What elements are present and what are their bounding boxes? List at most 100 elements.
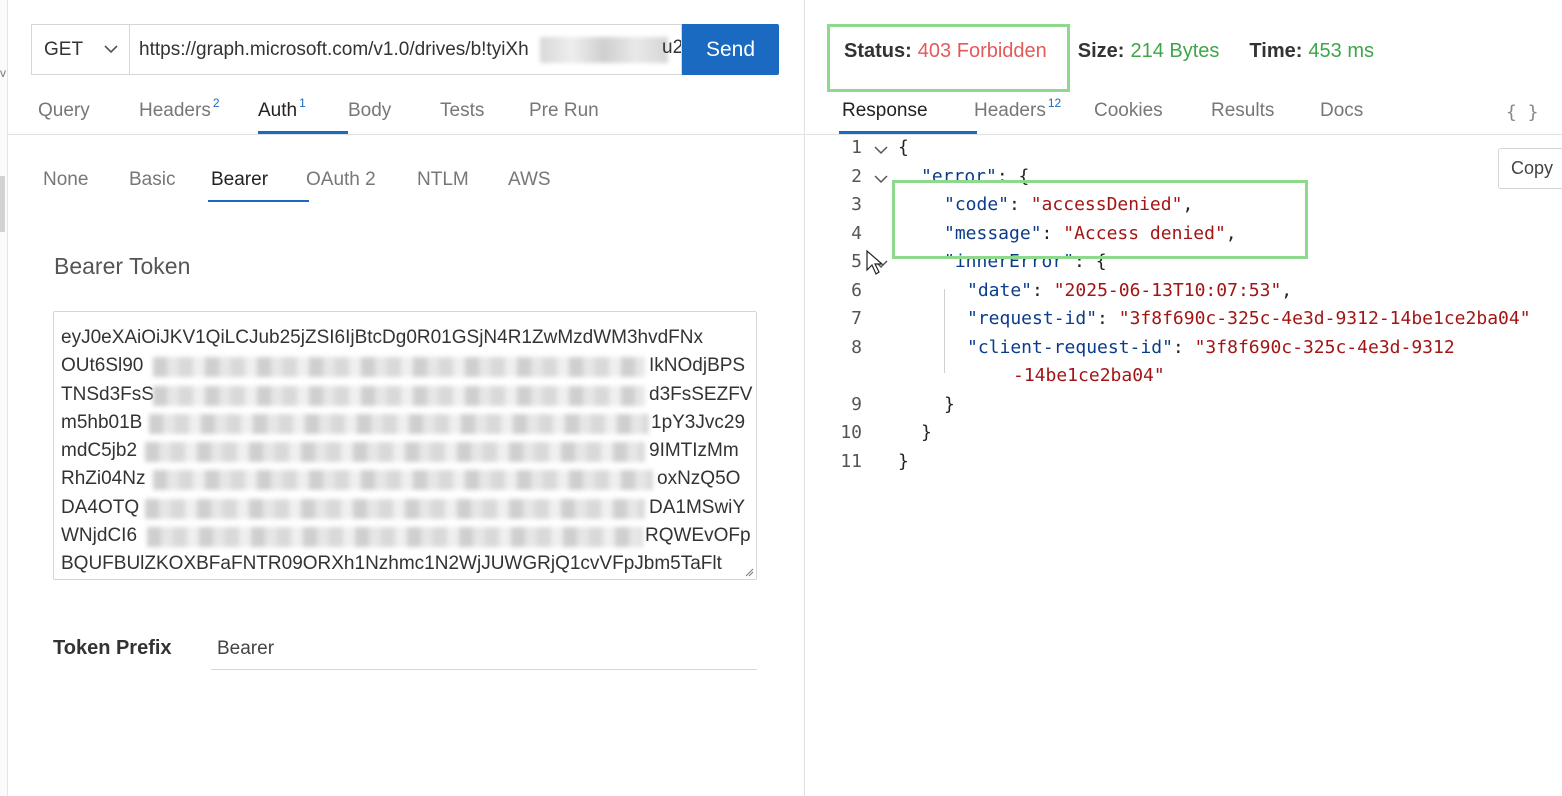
- token-text: 1pY3Jvc29: [651, 411, 746, 433]
- tab-auth[interactable]: Auth 1: [258, 96, 348, 134]
- tab-response-headers[interactable]: Headers 12: [974, 96, 1094, 134]
- token-line: WNjdCI6 RQWEvOFp: [61, 522, 751, 550]
- line-number: 8: [851, 336, 862, 358]
- side-panel-edge[interactable]: v: [0, 0, 8, 796]
- tab-label: Cookies: [1094, 100, 1163, 121]
- url-value: https://graph.microsoft.com/v1.0/drives/…: [139, 38, 529, 60]
- json-key: "request-id": [967, 308, 1098, 329]
- chevron-down-icon[interactable]: [874, 143, 888, 157]
- edge-glyph: v: [0, 66, 6, 80]
- tab-badge: 1: [299, 96, 306, 110]
- bearer-token-label: Bearer Token: [54, 253, 191, 279]
- url-input[interactable]: https://graph.microsoft.com/v1.0/drives/…: [129, 24, 682, 75]
- json-punct: {: [898, 137, 909, 158]
- tab-label: Query: [38, 100, 90, 121]
- resize-grip-icon[interactable]: [744, 567, 754, 577]
- tab-badge: 12: [1047, 96, 1062, 110]
- request-pane: v GET https://graph.microsoft.com/v1.0/d…: [0, 0, 805, 796]
- tab-label: Pre Run: [529, 100, 599, 121]
- json-key: "date": [967, 279, 1033, 301]
- token-line: eyJ0eXAiOiJKV1QiLCJub25jZSI6IjBtcDg0R01G…: [61, 324, 749, 352]
- redacted-token: [153, 357, 645, 378]
- token-text: IkNOdjBPS: [649, 355, 746, 377]
- line-number: 2: [851, 165, 862, 187]
- method-value: GET: [44, 38, 84, 60]
- error-highlight-box: [892, 180, 1308, 259]
- chevron-down-icon[interactable]: [874, 172, 888, 186]
- send-button[interactable]: Send: [682, 24, 779, 75]
- tab-results[interactable]: Results: [1211, 96, 1320, 134]
- redacted-token: [145, 442, 645, 463]
- format-json-icon[interactable]: { }: [1506, 102, 1539, 123]
- tab-cookies[interactable]: Cookies: [1094, 96, 1211, 134]
- token-text: eyJ0eXAiOiJKV1QiLCJub25jZSI6IjBtcDg0R01G…: [61, 327, 704, 348]
- auth-tab-aws[interactable]: AWS: [508, 164, 568, 202]
- request-bar: GET https://graph.microsoft.com/v1.0/dri…: [31, 24, 779, 75]
- tab-label: Auth: [258, 100, 298, 121]
- json-punct: }: [898, 450, 909, 472]
- token-text: oxNzQ5O: [657, 468, 741, 490]
- auth-tab-basic[interactable]: Basic: [129, 164, 211, 202]
- token-line: mdC5jb2 9IMTIzMm: [61, 437, 749, 465]
- tabs-divider: [806, 134, 1562, 135]
- bearer-token-textarea[interactable]: eyJ0eXAiOiJKV1QiLCJub25jZSI6IjBtcDg0R01G…: [53, 311, 757, 580]
- size-label: Size:: [1077, 40, 1125, 62]
- token-line: DA4OTQ DA1MSwiY: [61, 494, 749, 522]
- tab-pre-run[interactable]: Pre Run: [529, 96, 619, 134]
- token-text: m5hb01B: [61, 411, 143, 433]
- token-prefix-input[interactable]: Bearer: [211, 629, 757, 670]
- tab-response[interactable]: Response: [839, 96, 977, 134]
- token-text: RhZi04Nz: [61, 468, 146, 490]
- json-punct: }: [944, 393, 955, 415]
- auth-type-tabs: None Basic Bearer OAuth 2 NTLM AWS: [43, 164, 568, 202]
- token-text: d3FsSEZFV: [649, 383, 753, 405]
- line-number: 9: [851, 393, 862, 415]
- line-number: 11: [840, 450, 862, 472]
- indent-guide: [944, 289, 945, 373]
- token-text: OUt6Sl90: [61, 355, 144, 377]
- token-text: 9IMTIzMm: [649, 440, 739, 462]
- tab-label: Tests: [440, 100, 485, 121]
- tab-docs[interactable]: Docs: [1320, 96, 1400, 134]
- request-tabs: Query Headers 2 Auth 1 Body Tests Pre Run: [38, 96, 619, 134]
- auth-tab-ntlm[interactable]: NTLM: [417, 164, 508, 202]
- auth-tab-bearer[interactable]: Bearer: [208, 164, 309, 202]
- token-text: TNSd3FsS: [61, 383, 154, 405]
- tab-tests[interactable]: Tests: [440, 96, 529, 134]
- line-number: 5: [851, 251, 862, 272]
- tab-label: Docs: [1320, 100, 1364, 121]
- side-scrollbar[interactable]: [0, 176, 5, 232]
- token-text: RQWEvOFp: [645, 525, 751, 547]
- redacted-token: [149, 413, 649, 434]
- copy-button[interactable]: Copy: [1498, 148, 1562, 189]
- tab-query[interactable]: Query: [38, 96, 139, 134]
- token-line: OUt6Sl90 IkNOdjBPS: [61, 352, 749, 380]
- auth-tab-none[interactable]: None: [43, 164, 129, 202]
- status-highlight-box: [827, 24, 1070, 92]
- tab-label: Headers: [139, 100, 211, 121]
- token-prefix-label: Token Prefix: [53, 637, 172, 659]
- method-select[interactable]: GET: [31, 24, 129, 75]
- tab-headers[interactable]: Headers 2: [139, 96, 258, 134]
- tab-body[interactable]: Body: [348, 96, 440, 134]
- line-number: 10: [840, 422, 862, 443]
- json-string: "3f8f690c-325c-4e3d-9312: [1194, 336, 1455, 358]
- tab-badge: 2: [212, 96, 220, 110]
- token-text: WNjdCI6: [61, 525, 138, 547]
- json-string: -14be1ce2ba04": [1013, 365, 1165, 386]
- line-number: 1: [851, 137, 862, 158]
- line-number: 6: [851, 279, 862, 301]
- redacted-url-segment: [540, 37, 668, 63]
- time-label: Time:: [1249, 40, 1303, 62]
- line-number: 7: [851, 308, 862, 329]
- tabs-divider: [8, 134, 805, 135]
- redacted-token: [145, 498, 645, 519]
- tab-label: Response: [842, 100, 928, 121]
- auth-tab-oauth2[interactable]: OAuth 2: [306, 164, 417, 202]
- tab-label: Results: [1211, 100, 1275, 121]
- token-text: DA1MSwiY: [649, 496, 746, 518]
- size-value: 214 Bytes: [1130, 40, 1220, 62]
- json-string: "2025-06-13T10:07:53": [1053, 279, 1282, 301]
- token-line: BQUFBUlZKOXBFaFNTR09ORXh1Nzhmc1N2WjJUWGR…: [61, 550, 749, 578]
- mouse-pointer-icon: [866, 250, 884, 275]
